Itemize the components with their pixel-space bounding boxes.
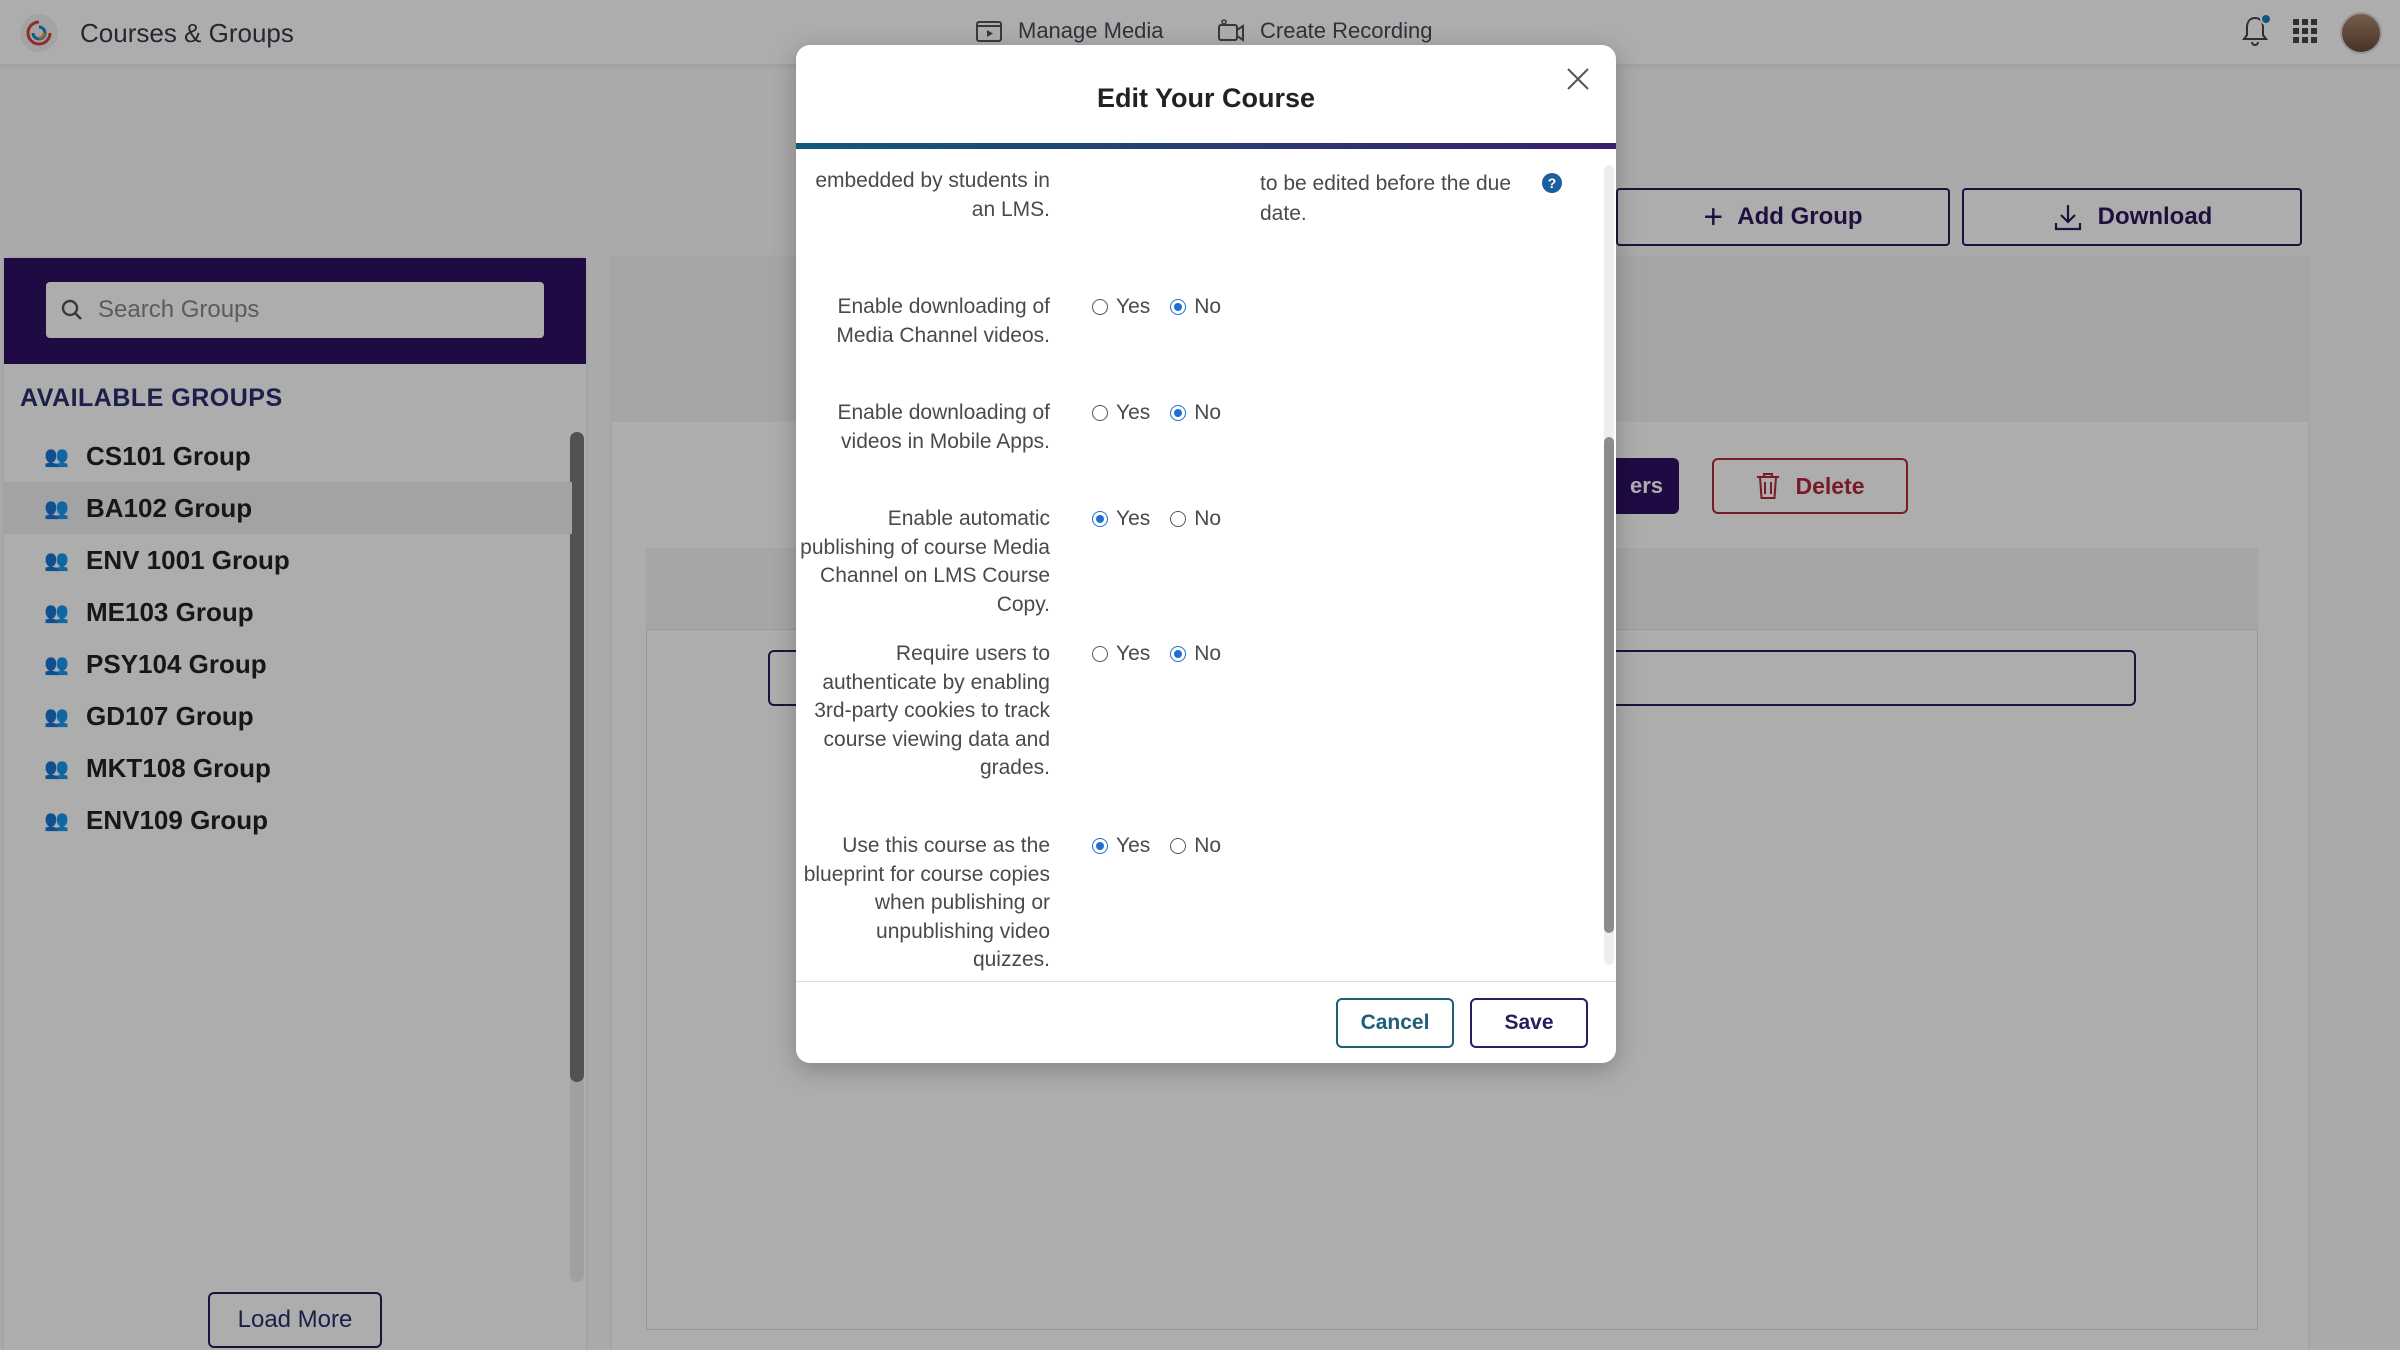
option-label: Enable automatic publishing of course Me… bbox=[800, 507, 1050, 616]
due-date-note: to be edited before the due date. bbox=[1260, 172, 1512, 225]
close-icon bbox=[1567, 68, 1589, 90]
radio-yes-label: Yes bbox=[1116, 642, 1151, 665]
radio-yes-label: Yes bbox=[1116, 401, 1151, 424]
radio-circle[interactable] bbox=[1092, 405, 1108, 421]
radio-no-label: No bbox=[1194, 642, 1222, 665]
radio-yes[interactable]: Yes bbox=[1092, 401, 1150, 425]
radio-no-label: No bbox=[1194, 507, 1222, 530]
option-label: Enable downloading of videos in Mobile A… bbox=[837, 401, 1050, 453]
radio-yes[interactable]: Yes bbox=[1092, 642, 1150, 666]
option-label: embedded by students in an LMS. bbox=[815, 169, 1050, 221]
radio-circle[interactable] bbox=[1170, 299, 1187, 315]
radio-group-mobile-download: Yes No bbox=[1092, 401, 1221, 425]
radio-no[interactable]: No bbox=[1170, 295, 1221, 319]
cancel-button[interactable]: Cancel bbox=[1336, 998, 1454, 1048]
radio-yes[interactable]: Yes bbox=[1092, 834, 1150, 858]
option-label: Use this course as the blueprint for cou… bbox=[803, 834, 1050, 971]
modal-footer: Cancel Save bbox=[796, 981, 1616, 1063]
radio-circle[interactable] bbox=[1092, 299, 1108, 315]
radio-group-channel-download: Yes No bbox=[1092, 295, 1221, 319]
radio-circle[interactable] bbox=[1170, 511, 1187, 527]
option-label: Require users to authenticate by enablin… bbox=[814, 642, 1050, 779]
radio-no[interactable]: No bbox=[1170, 642, 1221, 666]
radio-no[interactable]: No bbox=[1170, 834, 1221, 858]
radio-circle[interactable] bbox=[1092, 646, 1108, 662]
radio-no[interactable]: No bbox=[1170, 507, 1221, 531]
radio-no-label: No bbox=[1194, 834, 1222, 857]
save-button[interactable]: Save bbox=[1470, 998, 1588, 1048]
radio-group-auto-publish: Yes No bbox=[1092, 507, 1221, 531]
radio-circle[interactable] bbox=[1170, 646, 1187, 662]
edit-course-modal: Edit Your Course embedded by students in… bbox=[796, 45, 1616, 1063]
radio-no-label: No bbox=[1194, 401, 1222, 424]
modal-body: embedded by students in an LMS. to be ed… bbox=[796, 149, 1616, 981]
radio-group-third-party-cookies: Yes No bbox=[1092, 642, 1221, 666]
radio-yes[interactable]: Yes bbox=[1092, 295, 1150, 319]
help-icon[interactable]: ? bbox=[1542, 173, 1562, 193]
radio-yes-label: Yes bbox=[1116, 507, 1151, 530]
radio-group-blueprint: Yes No bbox=[1092, 834, 1221, 858]
radio-circle[interactable] bbox=[1170, 838, 1187, 854]
option-label: Enable downloading of Media Channel vide… bbox=[836, 295, 1050, 347]
modal-scrollbar[interactable] bbox=[1604, 437, 1614, 933]
radio-circle[interactable] bbox=[1092, 511, 1108, 527]
radio-circle[interactable] bbox=[1170, 405, 1187, 421]
radio-yes-label: Yes bbox=[1116, 295, 1151, 318]
radio-no-label: No bbox=[1194, 295, 1222, 318]
close-button[interactable] bbox=[1560, 61, 1596, 97]
radio-yes-label: Yes bbox=[1116, 834, 1151, 857]
radio-yes[interactable]: Yes bbox=[1092, 507, 1150, 531]
modal-title: Edit Your Course bbox=[1096, 83, 1316, 113]
radio-circle[interactable] bbox=[1092, 838, 1108, 854]
radio-no[interactable]: No bbox=[1170, 401, 1221, 425]
